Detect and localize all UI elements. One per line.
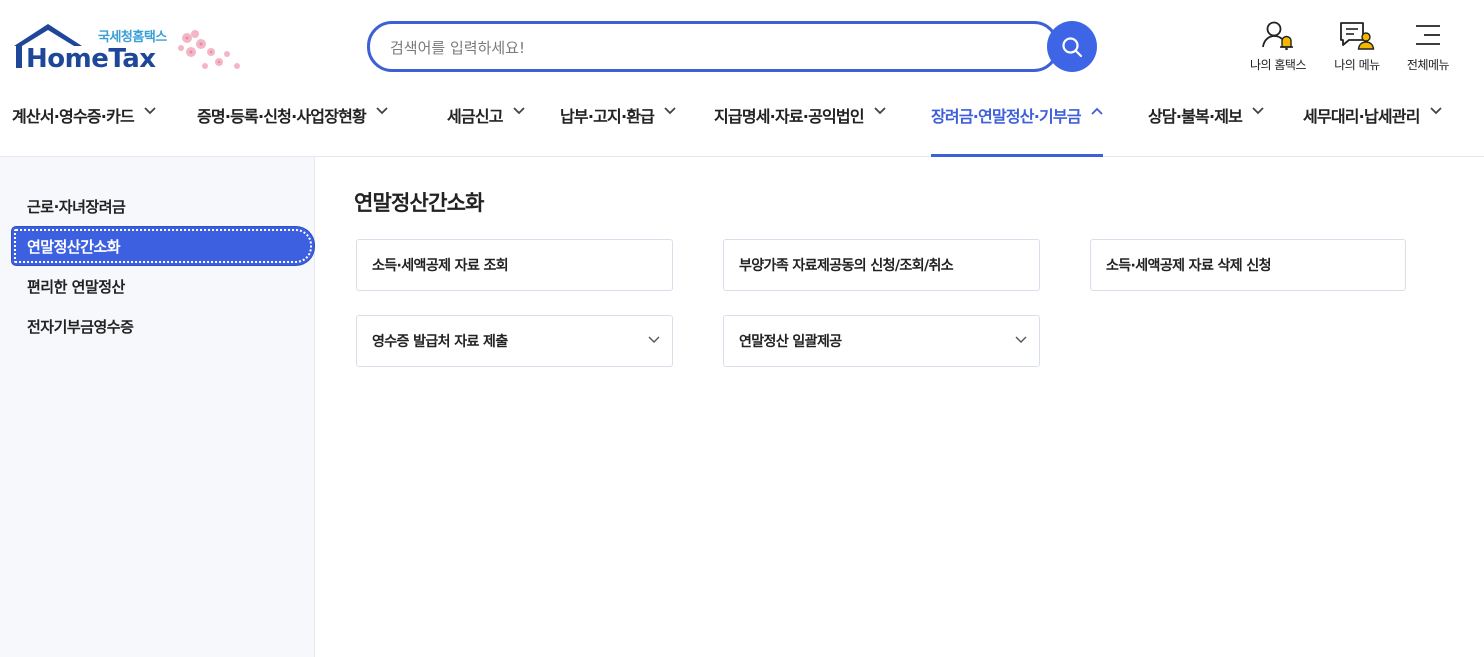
chevron-down-icon (664, 107, 676, 115)
chevron-down-icon (874, 107, 886, 115)
gnb-item-statements[interactable]: 지급명세·자료·공익법인 (714, 93, 886, 157)
logo-korean-text: 국세청홈택스 (98, 30, 167, 45)
search-box[interactable] (367, 21, 1059, 72)
search-button[interactable] (1047, 21, 1097, 72)
card-deduction-data-inquiry[interactable]: 소득·세액공제 자료 조회 (356, 239, 673, 291)
gnb-item-year-end[interactable]: 장려금·연말정산·기부금 (931, 93, 1103, 157)
card-receipt-issuer-submit[interactable]: 영수증 발급처 자료 제출 (356, 315, 673, 367)
cherry-blossom-icon (178, 30, 240, 69)
gnb-item-label: 세금신고 (447, 107, 503, 126)
sidebar: 근로·자녀장려금 연말정산간소화 편리한 연말정산 전자기부금영수증 (0, 157, 315, 657)
card-label: 연말정산 일괄제공 (739, 334, 842, 350)
gnb-item-label: 증명·등록·신청·사업장현황 (197, 107, 367, 126)
chevron-down-icon (376, 107, 388, 115)
my-menu-label: 나의 메뉴 (1334, 58, 1380, 72)
hamburger-menu-icon (1416, 25, 1440, 45)
chevron-down-icon (648, 336, 660, 343)
sidebar-item-label: 전자기부금영수증 (27, 317, 134, 336)
gnb-item-payment[interactable]: 납부·고지·환급 (560, 93, 676, 157)
card-label: 영수증 발급처 자료 제출 (372, 334, 508, 350)
sidebar-item-e-donation-receipt[interactable]: 전자기부금영수증 (12, 307, 314, 345)
site-header: 국세청홈택스 HomeTax 검색어를 입력하세요! 나의 홈택스 나의 메뉴 … (0, 0, 1484, 157)
gnb-item-label: 장려금·연말정산·기부금 (931, 107, 1082, 126)
page-title: 연말정산간소화 (354, 191, 484, 215)
gnb-item-label: 납부·고지·환급 (560, 107, 655, 126)
logo-brand-text: HomeTax (26, 44, 156, 74)
user-bell-icon (1262, 21, 1293, 50)
my-hometax-label: 나의 홈택스 (1249, 58, 1307, 72)
card-year-end-bulk-provide[interactable]: 연말정산 일괄제공 (723, 315, 1040, 367)
chevron-up-icon (1091, 107, 1103, 115)
sidebar-item-label: 근로·자녀장려금 (27, 197, 126, 216)
chevron-down-icon (144, 107, 156, 115)
my-hometax-button[interactable]: 나의 홈택스 (1243, 20, 1313, 73)
card-deduction-data-delete[interactable]: 소득·세액공제 자료 삭제 신청 (1090, 239, 1406, 291)
sidebar-item-convenient-year-end[interactable]: 편리한 연말정산 (12, 267, 314, 305)
chevron-down-icon (1430, 107, 1442, 115)
sidebar-item-year-end-simplified[interactable]: 연말정산간소화 (12, 227, 314, 265)
chevron-down-icon (513, 107, 525, 115)
chevron-down-icon (1252, 107, 1264, 115)
card-label: 소득·세액공제 자료 삭제 신청 (1106, 258, 1272, 274)
gnb-item-tax-agent[interactable]: 세무대리·납세관리 (1303, 93, 1442, 157)
gnb-item-label: 상담·불복·제보 (1148, 107, 1243, 126)
search-bar (367, 21, 1097, 72)
card-label: 부양가족 자료제공동의 신청/조회/취소 (739, 258, 954, 274)
all-menu-button[interactable]: 전체메뉴 (1400, 20, 1456, 73)
gnb-item-label: 계산서·영수증·카드 (12, 107, 135, 126)
my-menu-icon (1340, 22, 1375, 50)
all-menu-label: 전체메뉴 (1406, 58, 1450, 72)
chevron-down-icon (1015, 336, 1027, 343)
search-input[interactable] (390, 37, 1030, 59)
gnb-item-consulting[interactable]: 상담·불복·제보 (1148, 93, 1264, 157)
sidebar-item-label: 연말정산간소화 (27, 237, 121, 256)
hometax-logo[interactable]: 국세청홈택스 HomeTax (12, 22, 247, 78)
global-nav: 계산서·영수증·카드 증명·등록·신청·사업장현황 세금신고 납부·고지·환급 … (0, 93, 1484, 157)
sidebar-item-earned-income-credit[interactable]: 근로·자녀장려금 (12, 187, 314, 225)
gnb-item-certificates[interactable]: 증명·등록·신청·사업장현황 (197, 93, 388, 157)
my-menu-button[interactable]: 나의 메뉴 (1326, 20, 1388, 73)
card-label: 소득·세액공제 자료 조회 (372, 258, 509, 274)
gnb-item-label: 세무대리·납세관리 (1303, 107, 1420, 126)
sidebar-item-label: 편리한 연말정산 (27, 277, 125, 296)
search-icon (1062, 36, 1083, 57)
gnb-item-tax-filing[interactable]: 세금신고 (447, 93, 525, 157)
gnb-item-label: 지급명세·자료·공익법인 (714, 107, 865, 126)
card-dependent-consent[interactable]: 부양가족 자료제공동의 신청/조회/취소 (723, 239, 1040, 291)
gnb-item-receipts[interactable]: 계산서·영수증·카드 (12, 93, 156, 157)
